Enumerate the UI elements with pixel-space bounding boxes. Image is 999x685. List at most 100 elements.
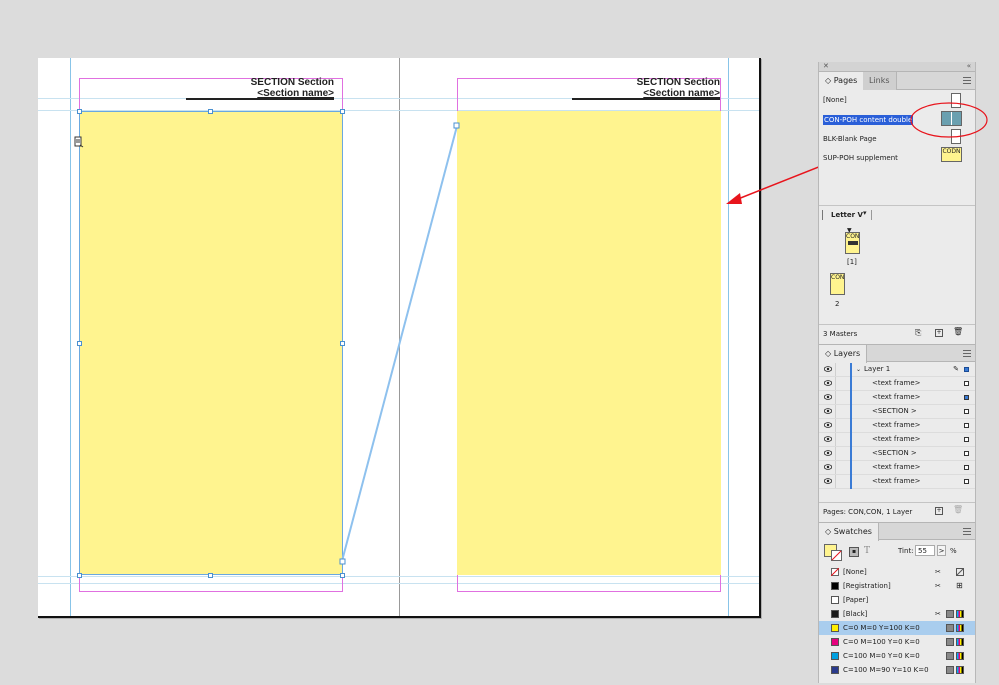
selection-square[interactable]	[964, 437, 969, 442]
layers-list: ⌄ Layer 1 ✎ <text frame> <text frame> <S…	[819, 362, 975, 492]
selection-square[interactable]	[964, 395, 969, 400]
master-thumbnail: CODN	[941, 147, 962, 162]
eye-icon[interactable]	[824, 394, 832, 400]
swatch-row[interactable]: [Registration] ✂ ⊞	[819, 579, 975, 593]
layer-color-bar	[850, 363, 852, 377]
layer-row[interactable]: <text frame>	[819, 433, 975, 447]
layer-color-bar	[850, 419, 852, 433]
layer-row[interactable]: <text frame>	[819, 461, 975, 475]
tab-label: Pages	[833, 76, 858, 85]
lock-toggle[interactable]	[835, 433, 836, 446]
edit-page-size-icon[interactable]: ⎘	[915, 329, 923, 337]
tab-swatches[interactable]: ◇ Swatches	[819, 523, 879, 541]
layer-color-bar	[850, 475, 852, 489]
eye-icon[interactable]	[824, 380, 832, 386]
eye-icon[interactable]	[824, 450, 832, 456]
eye-icon[interactable]	[824, 478, 832, 484]
master-label: CON-POH content double	[823, 115, 914, 125]
layer-row[interactable]: <text frame>	[819, 391, 975, 405]
layer-color-bar	[850, 447, 852, 461]
swatch-row[interactable]: [Black] ✂	[819, 607, 975, 621]
layer-row[interactable]: <text frame>	[819, 377, 975, 391]
selection-square[interactable]	[964, 465, 969, 470]
layer-row[interactable]: <text frame>	[819, 475, 975, 489]
swatch-row[interactable]: [None] ✂	[819, 565, 975, 579]
page-thumbnail[interactable]: CON	[845, 232, 860, 254]
swatch-row[interactable]: C=0 M=0 Y=100 K=0	[819, 621, 975, 635]
layer-row[interactable]: ⌄ Layer 1 ✎	[819, 363, 975, 377]
master-item-sup[interactable]: SUP-POH supplement CODN	[819, 147, 975, 167]
eye-icon[interactable]	[824, 436, 832, 442]
panel-menu-icon[interactable]	[963, 528, 971, 535]
panel-menu-icon[interactable]	[963, 350, 971, 357]
lock-toggle[interactable]	[835, 363, 836, 376]
chevron-down-icon[interactable]: ⌄	[856, 363, 861, 376]
process-icon	[946, 624, 954, 632]
selection-square[interactable]	[964, 409, 969, 414]
tint-stepper-icon[interactable]: >	[937, 545, 946, 556]
new-layer-icon[interactable]: +	[935, 507, 943, 515]
swatch-name: C=0 M=100 Y=0 K=0	[843, 638, 920, 646]
new-page-icon[interactable]: +	[935, 329, 943, 337]
layer-color-bar	[850, 461, 852, 475]
swatch-row[interactable]: C=0 M=100 Y=0 K=0	[819, 635, 975, 649]
container-formatting-icon[interactable]: ▪	[849, 547, 859, 557]
text-formatting-icon[interactable]: T	[864, 546, 870, 556]
divider	[819, 205, 975, 206]
swatch-chip	[831, 610, 839, 618]
swatch-list: [None] ✂ [Registration] ✂ ⊞ [Paper] [Bla…	[819, 565, 975, 685]
thumb-text: CODN	[942, 148, 961, 155]
swatch-row[interactable]: C=100 M=0 Y=0 K=0	[819, 649, 975, 663]
eye-icon[interactable]	[824, 408, 832, 414]
tab-layers[interactable]: ◇ Layers	[819, 345, 868, 363]
swatch-name: [None]	[843, 568, 867, 576]
trash-icon[interactable]: 🗑	[953, 328, 963, 336]
registration-icon: ⊞	[956, 581, 963, 590]
swatch-row[interactable]: C=100 M=90 Y=10 K=0	[819, 663, 975, 677]
divider	[871, 210, 872, 220]
swatch-chip	[831, 568, 839, 576]
selection-square[interactable]	[964, 367, 969, 372]
swatch-chip	[831, 624, 839, 632]
layer-name: <SECTION >	[872, 449, 917, 457]
collapse-icon[interactable]: «	[967, 62, 971, 70]
layer-row[interactable]: <SECTION >	[819, 405, 975, 419]
tab-pages[interactable]: ◇ Pages	[819, 72, 865, 90]
tint-input[interactable]: 55	[915, 545, 935, 556]
layer-name: <text frame>	[872, 421, 921, 429]
selection-square[interactable]	[964, 451, 969, 456]
selection-square[interactable]	[964, 381, 969, 386]
master-label: SUP-POH supplement	[823, 154, 898, 162]
eye-icon[interactable]	[824, 422, 832, 428]
chevron-down-icon[interactable]: ▾	[863, 209, 867, 217]
eye-icon[interactable]	[824, 464, 832, 470]
page-size-select[interactable]: Letter V	[831, 211, 863, 219]
panel-menu-icon[interactable]	[963, 77, 971, 84]
cmyk-icon	[956, 652, 964, 660]
layer-row[interactable]: <text frame>	[819, 419, 975, 433]
swatch-chip	[831, 652, 839, 660]
lock-toggle[interactable]	[835, 405, 836, 418]
eye-icon[interactable]	[824, 366, 832, 372]
lock-toggle[interactable]	[835, 475, 836, 488]
selection-square[interactable]	[964, 423, 969, 428]
swatch-row[interactable]: [Paper]	[819, 593, 975, 607]
layer-color-bar	[850, 433, 852, 447]
lock-toggle[interactable]	[835, 377, 836, 390]
layer-row[interactable]: <SECTION >	[819, 447, 975, 461]
non-editable-icon: ✂	[935, 568, 941, 576]
selection-square[interactable]	[964, 479, 969, 484]
trash-icon[interactable]: 🗑	[953, 506, 963, 514]
lock-toggle[interactable]	[835, 391, 836, 404]
close-icon[interactable]: ✕	[823, 62, 829, 70]
stroke-swatch[interactable]	[831, 550, 842, 561]
lock-toggle[interactable]	[835, 461, 836, 474]
swatch-name: [Paper]	[843, 596, 869, 604]
lock-toggle[interactable]	[835, 447, 836, 460]
lock-toggle[interactable]	[835, 419, 836, 432]
page-number: 2	[835, 300, 840, 308]
cmyk-icon	[956, 666, 964, 674]
page-thumbnail[interactable]: CON	[830, 273, 845, 295]
tab-links[interactable]: Links	[863, 72, 897, 90]
swatch-name: C=0 M=0 Y=100 K=0	[843, 624, 920, 632]
